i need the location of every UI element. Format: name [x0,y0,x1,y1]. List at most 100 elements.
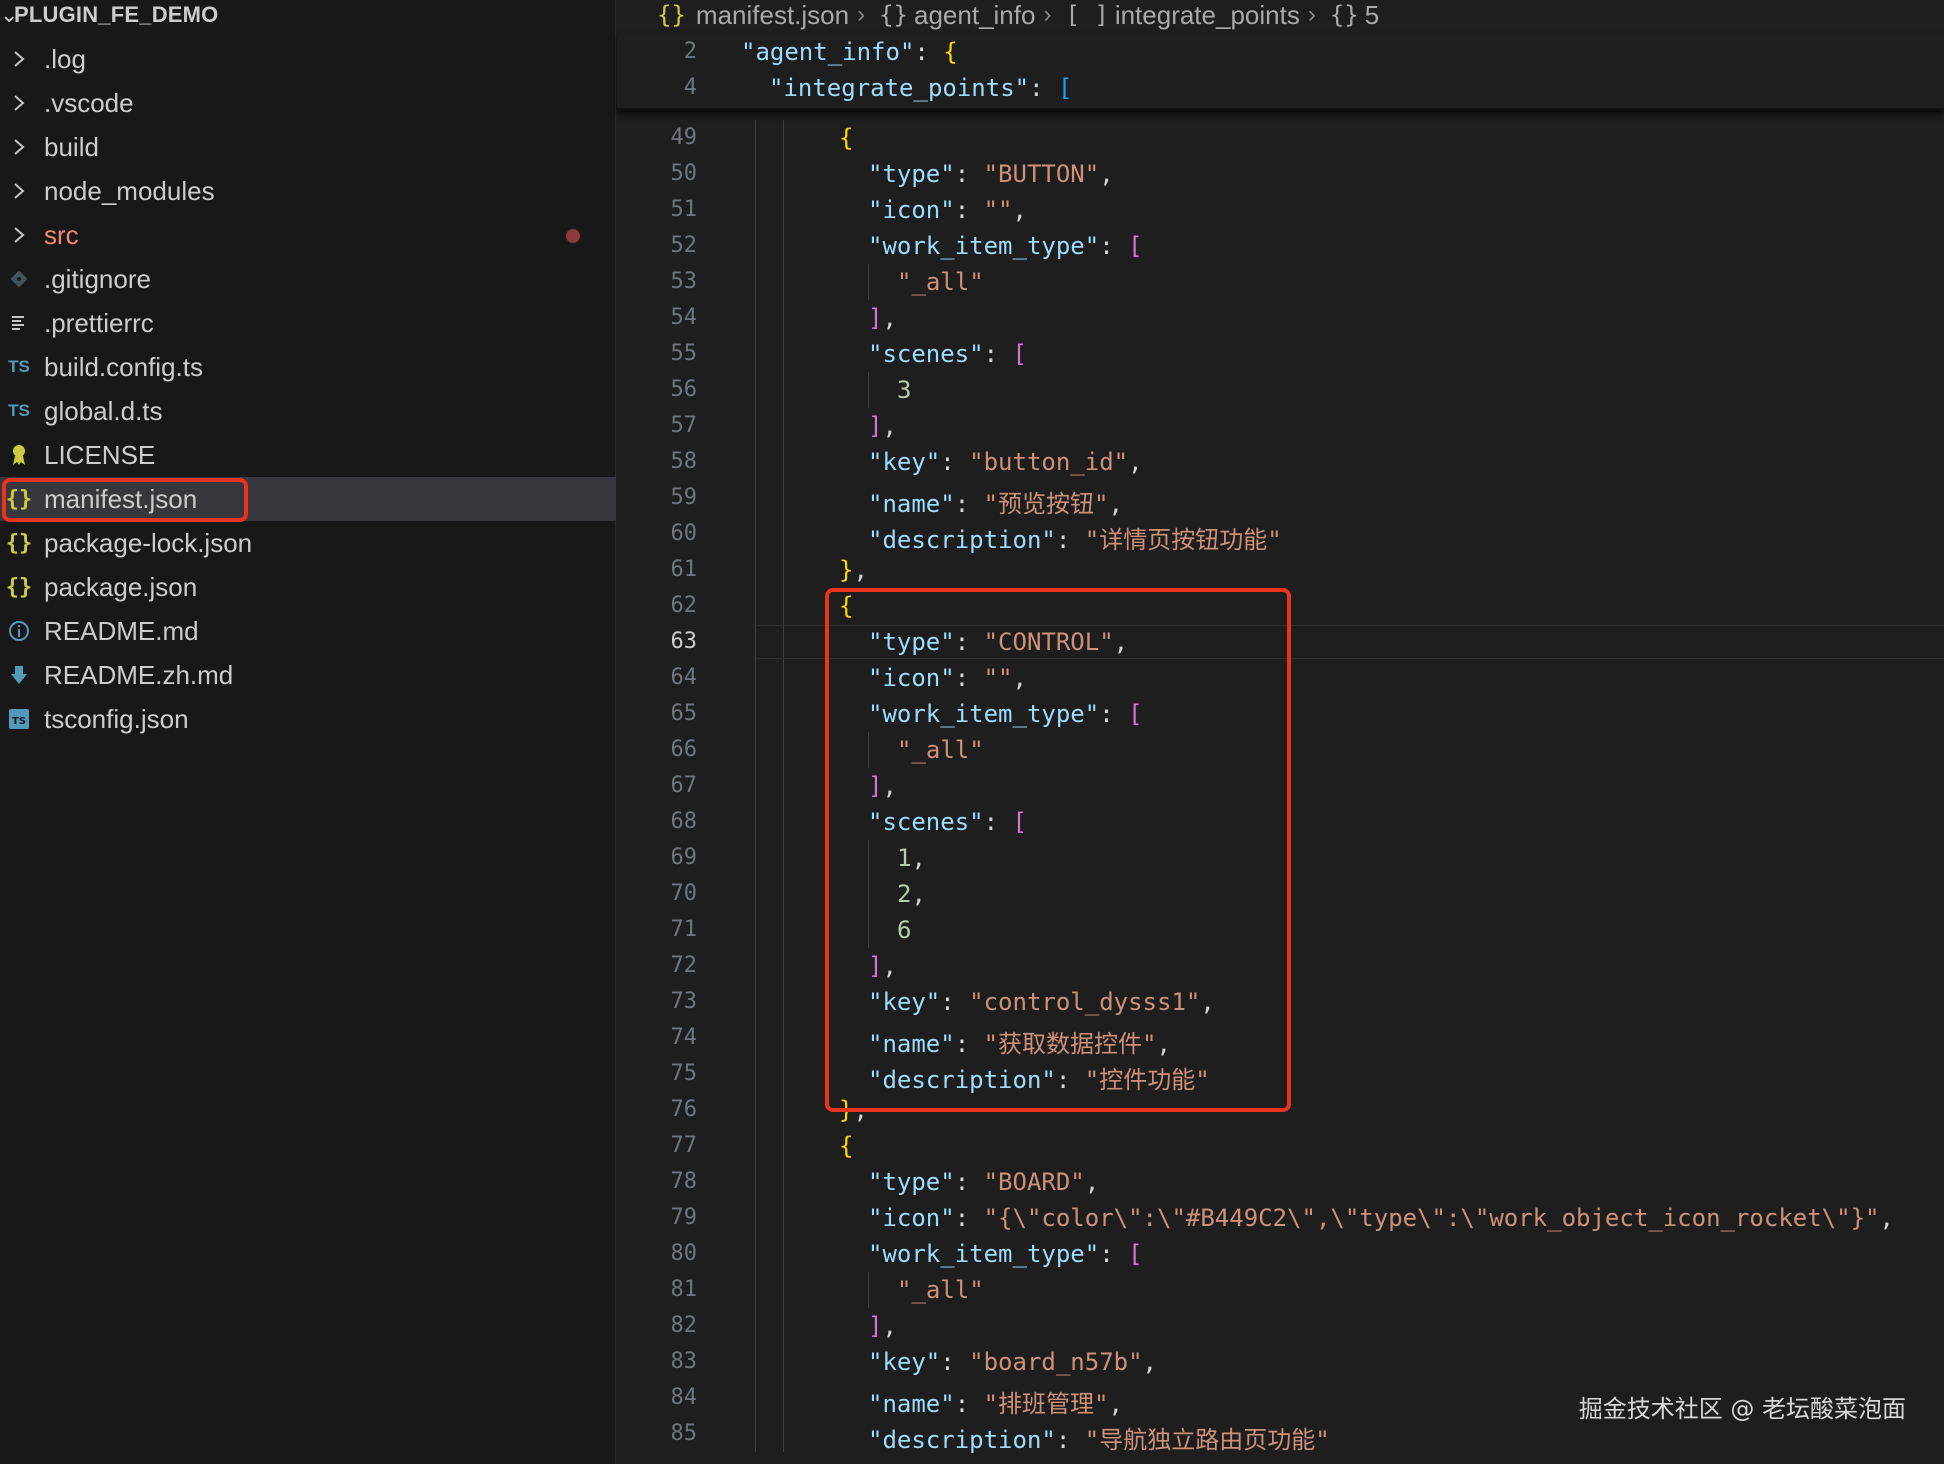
line-number: 61 [670,557,698,582]
chevron-right-icon: › [1043,1,1052,28]
code-text: 3 [897,376,912,404]
line-number: 67 [670,773,698,798]
tree-item[interactable]: .gitignore [0,257,616,301]
tree-item[interactable]: TS tsconfig.json [0,697,616,741]
code-line[interactable]: 53 "_all" [617,264,1944,300]
code-line[interactable]: 50 "type": "BUTTON", [617,156,1944,192]
line-number: 80 [670,1241,698,1266]
code-line[interactable]: 49 { [617,120,1944,156]
tree-item[interactable]: LICENSE [0,433,616,477]
breadcrumb-item-agent-info[interactable]: agent_info [914,0,1035,31]
line-number: 4 [683,75,697,100]
tree-item-label: package-lock.json [44,527,253,558]
code-line[interactable]: 80 "work_item_type": [ [617,1236,1944,1272]
chevron-right-icon [2,213,36,257]
tree-item[interactable]: .vscode [0,81,616,125]
code-line[interactable]: 56 3 [617,372,1944,408]
tree-item[interactable]: node_modules [0,169,616,213]
line-number: 68 [670,809,698,834]
tree-item[interactable]: src [0,213,616,257]
info-icon [2,609,36,653]
code-line[interactable]: 59 "name": "预览按钮", [617,480,1944,518]
code-text: "description": "导航独立路由页功能" [868,1426,1330,1454]
line-number: 76 [670,1097,698,1122]
tree-item-label: README.zh.md [44,659,234,690]
sticky-scroll-header[interactable]: 2 "agent_info": {4 "integrate_points": [ [617,34,1944,110]
line-number: 83 [670,1349,698,1374]
chevron-right-icon [2,37,36,81]
tree-item-label: src [44,219,79,250]
line-number: 52 [670,233,698,258]
code-line[interactable]: 79 "icon": "{\"color\":\"#B449C2\",\"type… [617,1200,1944,1236]
chevron-right-icon [2,169,36,213]
tree-item-label: tsconfig.json [44,703,189,734]
tree-item-label: package.json [44,571,198,602]
array-icon: [ ] [1065,1,1109,29]
tree-item-label: global.d.ts [44,395,163,426]
tree-item-label: .log [44,43,86,74]
annotation-highlight-box [2,478,248,522]
json-icon: {} [657,1,686,29]
code-line[interactable]: 77 { [617,1128,1944,1164]
code-line[interactable]: 55 "scenes": [ [617,336,1944,372]
tree-item[interactable]: README.zh.md [0,653,616,697]
chevron-right-icon: › [1307,1,1316,28]
code-text: "work_item_type": [ [868,232,1143,260]
code-line[interactable]: 58 "key": "button_id", [617,444,1944,480]
line-number: 69 [670,845,698,870]
svg-text:TS: TS [12,716,26,727]
code-text: { [839,124,854,152]
json-icon: {} [5,530,33,556]
explorer-project-header[interactable]: ⌄ PLUGIN_FE_DEMO [0,0,616,30]
line-number: 59 [670,485,698,510]
code-line[interactable]: 81 "_all" [617,1272,1944,1308]
code-line[interactable]: 78 "type": "BOARD", [617,1164,1944,1200]
code-line[interactable]: 60 "description": "详情页按钮功能" [617,516,1944,554]
code-text: "work_item_type": [ [868,1240,1143,1268]
sticky-line[interactable]: 4 "integrate_points": [ [617,70,1944,106]
lines-icon [2,301,36,345]
sticky-line[interactable]: 2 "agent_info": { [617,34,1944,70]
tree-item[interactable]: TS build.config.ts [0,345,616,389]
code-line[interactable]: 82], [617,1308,1944,1344]
code-text: { [839,1132,854,1160]
line-number: 49 [670,125,698,150]
code-text: "name": "排班管理", [868,1390,1123,1418]
code-editor[interactable]: {} manifest.json › {} agent_info › [ ] i… [617,0,1944,1464]
tree-item[interactable]: {} package-lock.json [0,521,616,565]
code-line[interactable]: 57], [617,408,1944,444]
typescript-icon: TS [8,401,30,420]
breadcrumb-item-integrate-points[interactable]: integrate_points [1115,0,1300,31]
tree-item[interactable]: {} package.json [0,565,616,609]
chevron-down-icon: ⌄ [0,2,19,27]
code-line[interactable]: 61}, [617,552,1944,588]
code-line[interactable]: 51 "icon": "", [617,192,1944,228]
code-text: ], [868,412,897,440]
breadcrumb-item-index[interactable]: 5 [1365,0,1379,31]
code-line[interactable]: 52 "work_item_type": [ [617,228,1944,264]
breadcrumb-file[interactable]: manifest.json [696,0,849,31]
code-text: ], [868,1312,897,1340]
code-text: "scenes": [ [868,340,1027,368]
object-icon: {} [1329,1,1359,29]
tree-item[interactable]: .prettierrc [0,301,616,345]
code-line[interactable]: 54], [617,300,1944,336]
code-line[interactable]: 83 "key": "board_n57b", [617,1344,1944,1380]
line-number: 54 [670,305,698,330]
line-number: 65 [670,701,698,726]
code-text: "key": "board_n57b", [868,1348,1157,1376]
tree-item[interactable]: build [0,125,616,169]
explorer-sidebar: ⌄ PLUGIN_FE_DEMO .log .vscode build node_mo… [0,0,616,1464]
line-number: 73 [670,989,698,1014]
modified-indicator-dot [566,229,580,243]
tree-item-label: node_modules [44,175,215,206]
code-text: "_all" [897,1276,984,1304]
tree-item-label: README.md [44,615,199,646]
tree-item[interactable]: README.md [0,609,616,653]
line-number: 78 [670,1169,698,1194]
line-number: 84 [670,1385,698,1410]
tree-item[interactable]: .log [0,37,616,81]
object-icon: {} [879,1,908,29]
code-text: "description": "详情页按钮功能" [868,526,1282,554]
tree-item[interactable]: TS global.d.ts [0,389,616,433]
